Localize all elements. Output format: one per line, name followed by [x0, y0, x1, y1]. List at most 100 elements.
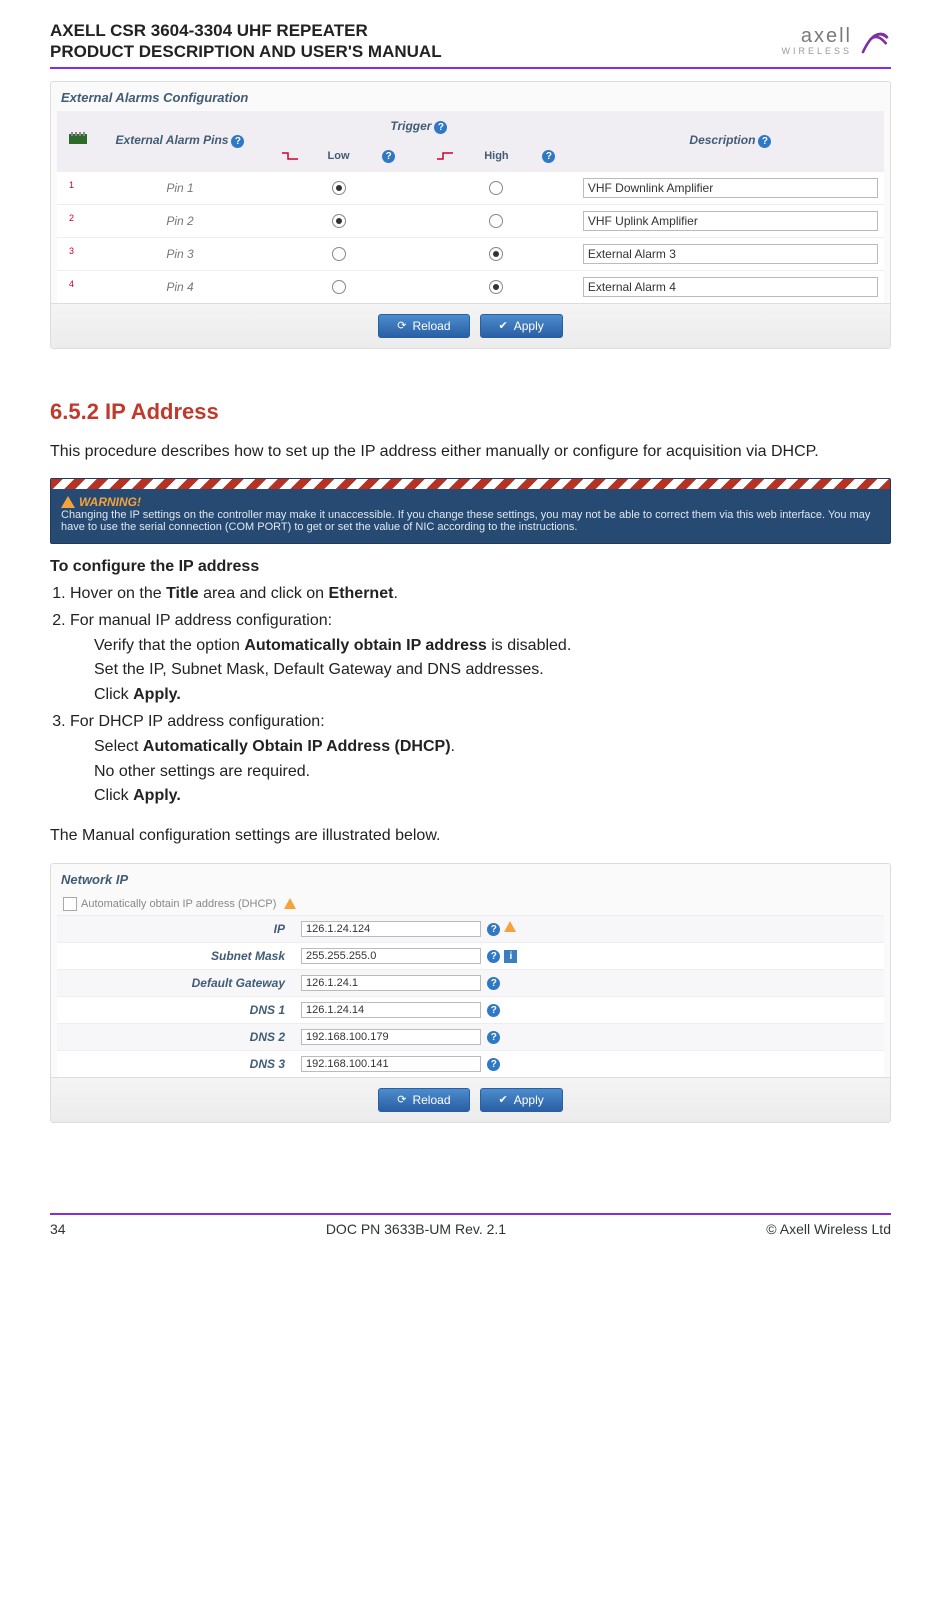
field-label: DNS 2 — [57, 1023, 293, 1050]
description-input[interactable] — [583, 211, 878, 231]
help-icon[interactable]: ? — [758, 135, 771, 148]
page-header: AXELL CSR 3604-3304 UHF REPEATER PRODUCT… — [50, 20, 891, 69]
help-icon[interactable]: ? — [434, 121, 447, 134]
dhcp-label: Automatically obtain IP address (DHCP) — [81, 898, 276, 910]
header-title: AXELL CSR 3604-3304 UHF REPEATER PRODUCT… — [50, 20, 442, 63]
th-low: Low? — [261, 142, 416, 172]
table-row: 4Pin 4 — [57, 270, 884, 303]
step-1: Hover on the Title area and click on Eth… — [70, 582, 891, 607]
connector-icon — [69, 132, 87, 146]
help-icon[interactable]: ? — [487, 977, 500, 990]
th-description: Description? — [577, 111, 884, 172]
page-number: 34 — [50, 1221, 66, 1237]
field-label: Default Gateway — [57, 969, 293, 996]
table-row: 2Pin 2 — [57, 204, 884, 237]
table-row: Default Gateway ? — [57, 969, 884, 996]
ip-button-row: ⟳Reload ✔Apply — [51, 1077, 890, 1122]
ip-field-input[interactable] — [301, 921, 481, 937]
step-2b: Set the IP, Subnet Mask, Default Gateway… — [94, 658, 891, 683]
ip-field-input[interactable] — [301, 1002, 481, 1018]
alarms-table: External Alarm Pins? Trigger? Descriptio… — [57, 111, 884, 303]
help-icon[interactable]: ? — [487, 950, 500, 963]
alarms-panel-title: External Alarms Configuration — [57, 88, 884, 111]
trigger-low-radio[interactable] — [332, 247, 346, 261]
description-input[interactable] — [583, 178, 878, 198]
external-alarms-panel: External Alarms Configuration External A… — [50, 81, 891, 349]
step-2: For manual IP address configuration: Ver… — [70, 609, 891, 708]
logo-sub: WIRELESS — [781, 47, 852, 56]
field-label: DNS 3 — [57, 1050, 293, 1077]
table-row: Subnet Mask ? i — [57, 942, 884, 969]
ip-field-input[interactable] — [301, 1029, 481, 1045]
table-row: IP ? — [57, 915, 884, 942]
help-icon[interactable]: ? — [487, 1031, 500, 1044]
reload-button[interactable]: ⟳Reload — [378, 1088, 469, 1112]
help-icon[interactable]: ? — [542, 150, 555, 163]
trigger-low-radio[interactable] — [332, 280, 346, 294]
step-2a: Verify that the option Automatically obt… — [94, 634, 891, 659]
warning-icon — [504, 921, 516, 932]
ip-field-input[interactable] — [301, 975, 481, 991]
dhcp-checkbox[interactable] — [63, 897, 77, 911]
alarms-button-row: ⟳Reload ✔Apply — [51, 303, 890, 348]
pin-label: Pin 2 — [105, 214, 255, 228]
warning-icon — [61, 496, 75, 508]
low-icon — [282, 151, 298, 161]
help-icon[interactable]: ? — [487, 1058, 500, 1071]
trigger-low-radio[interactable] — [332, 214, 346, 228]
ip-field-input[interactable] — [301, 948, 481, 964]
field-label: Subnet Mask — [57, 942, 293, 969]
logo-word: axell — [801, 25, 852, 47]
help-icon[interactable]: ? — [487, 1004, 500, 1017]
table-row: DNS 3 ? — [57, 1050, 884, 1077]
trigger-high-radio[interactable] — [489, 181, 503, 195]
ip-form-table: IP ?Subnet Mask ?iDefault Gateway ?DNS 1… — [57, 915, 884, 1077]
page-footer: 34 DOC PN 3633B-UM Rev. 2.1 © Axell Wire… — [50, 1213, 891, 1237]
doc-id: DOC PN 3633B-UM Rev. 2.1 — [326, 1221, 506, 1237]
copyright: © Axell Wireless Ltd — [766, 1221, 891, 1237]
table-row: 3Pin 3 — [57, 237, 884, 270]
reload-icon: ⟳ — [397, 319, 406, 332]
reload-button[interactable]: ⟳Reload — [378, 314, 469, 338]
logo-swirl-icon — [856, 24, 891, 59]
warning-body: Changing the IP settings on the controll… — [61, 509, 880, 533]
th-trigger: Trigger? — [261, 111, 577, 142]
trigger-high-radio[interactable] — [489, 280, 503, 294]
step-3a: Select Automatically Obtain IP Address (… — [94, 735, 891, 760]
help-icon[interactable]: ? — [231, 135, 244, 148]
pin-label: Pin 1 — [105, 181, 255, 195]
warning-box: WARNING! Changing the IP settings on the… — [50, 478, 891, 544]
step-3b: No other settings are required. — [94, 760, 891, 785]
field-label: DNS 1 — [57, 996, 293, 1023]
step-3: For DHCP IP address configuration: Selec… — [70, 710, 891, 809]
pin-label: Pin 3 — [105, 247, 255, 261]
steps-list: Hover on the Title area and click on Eth… — [70, 582, 891, 809]
trigger-low-radio[interactable] — [332, 181, 346, 195]
warning-title: WARNING! — [61, 495, 880, 509]
table-row: 1Pin 1 — [57, 171, 884, 204]
field-label: IP — [57, 915, 293, 942]
description-input[interactable] — [583, 277, 878, 297]
step-3c: Click Apply. — [94, 784, 891, 809]
ip-field-input[interactable] — [301, 1056, 481, 1072]
th-pins: External Alarm Pins? — [99, 111, 261, 172]
trigger-high-radio[interactable] — [489, 214, 503, 228]
apply-button[interactable]: ✔Apply — [480, 1088, 563, 1112]
table-row: DNS 2 ? — [57, 1023, 884, 1050]
trigger-high-radio[interactable] — [489, 247, 503, 261]
apply-button[interactable]: ✔Apply — [480, 314, 563, 338]
logo: axell WIRELESS — [781, 24, 891, 59]
network-ip-panel: Network IP Automatically obtain IP addre… — [50, 863, 891, 1123]
section-intro: This procedure describes how to set up t… — [50, 441, 891, 463]
info-icon[interactable]: i — [504, 950, 517, 963]
high-icon — [437, 151, 453, 161]
section-heading: 6.5.2 IP Address — [50, 399, 891, 425]
warning-icon — [284, 898, 296, 909]
help-icon[interactable]: ? — [487, 923, 500, 936]
ip-panel-title: Network IP — [57, 870, 884, 893]
description-input[interactable] — [583, 244, 878, 264]
dhcp-checkbox-row: Automatically obtain IP address (DHCP) — [57, 893, 884, 915]
help-icon[interactable]: ? — [382, 150, 395, 163]
pin-label: Pin 4 — [105, 280, 255, 294]
check-icon: ✔ — [499, 319, 508, 332]
